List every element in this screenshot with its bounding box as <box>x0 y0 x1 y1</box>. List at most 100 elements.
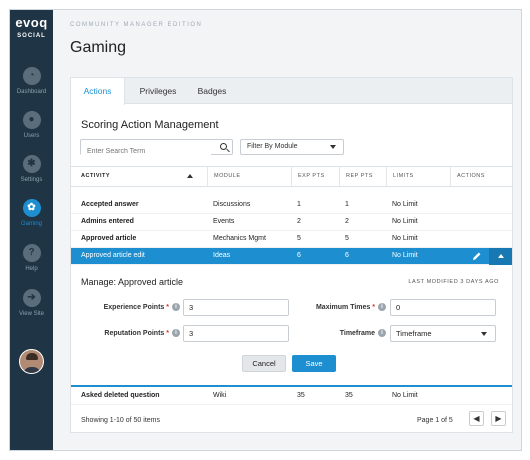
table-row[interactable]: Accepted answer Discussions 1 1 No Limit <box>71 197 512 214</box>
required-marker: * <box>166 304 169 311</box>
cell-limit: No Limit <box>392 252 418 259</box>
cell-module: Ideas <box>213 252 231 259</box>
last-modified-label: LAST MODIFIED 3 DAYS AGO <box>408 279 499 285</box>
field-label-text: Reputation Points <box>104 330 165 337</box>
edition-label: COMMUNITY MANAGER EDITION <box>70 22 203 28</box>
tab-badges[interactable]: Badges <box>189 78 235 104</box>
next-page-button[interactable]: ▶ <box>491 411 506 426</box>
table-header: ACTIVITY MODULE EXP PTS REP PTS LIMITS A… <box>71 166 512 187</box>
cell-rep-pts: 35 <box>345 392 353 399</box>
cell-limit: No Limit <box>392 201 418 208</box>
chevron-down-icon <box>481 332 487 336</box>
collapse-row-button[interactable] <box>489 248 512 265</box>
cell-activity: Approved article edit <box>81 252 145 259</box>
filter-module-select[interactable]: Filter By Module <box>240 139 344 155</box>
cell-rep-pts: 5 <box>345 235 349 242</box>
cell-exp-pts: 6 <box>297 252 301 259</box>
cell-exp-pts: 1 <box>297 201 301 208</box>
reputation-points-label: Reputation Points * <box>81 330 169 337</box>
cell-limit: No Limit <box>392 218 418 225</box>
cell-limit: No Limit <box>392 235 418 242</box>
sort-ascending-icon <box>187 174 193 178</box>
experience-points-label: Experience Points * <box>81 304 169 311</box>
table-row-selected[interactable]: Approved article edit Ideas 6 6 No Limit <box>71 248 512 265</box>
column-header-actions: ACTIONS <box>450 167 512 186</box>
cell-activity: Approved article <box>81 235 137 242</box>
sidebar-item-label: View Site <box>19 311 44 317</box>
save-button[interactable]: Save <box>292 355 336 372</box>
gaming-icon: ✿ <box>22 199 41 217</box>
sidebar-item-label: Help <box>25 266 38 272</box>
users-icon: ● <box>22 111 41 129</box>
cell-module: Discussions <box>213 201 251 208</box>
tab-privileges[interactable]: Privileges <box>129 78 187 104</box>
cell-activity: Accepted answer <box>81 201 139 208</box>
tab-bar: Actions Privileges Badges <box>71 78 512 105</box>
manage-title: Manage: Approved article <box>81 277 184 287</box>
previous-page-button[interactable]: ◀ <box>469 411 484 426</box>
sidebar-item-label: Settings <box>20 177 43 183</box>
info-icon[interactable]: i <box>172 329 180 337</box>
logo-text: evoq <box>15 15 48 30</box>
divider <box>71 385 512 387</box>
table-row[interactable]: Approved article Mechanics Mgmt 5 5 No L… <box>71 231 512 248</box>
cancel-button[interactable]: Cancel <box>242 355 286 372</box>
sidebar-item-dashboard[interactable]: ◔ Dashboard <box>10 67 53 105</box>
filter-selected-value: Filter By Module <box>247 143 298 150</box>
content-card: Actions Privileges Badges Scoring Action… <box>70 77 513 433</box>
table-row[interactable]: Admins entered Events 2 2 No Limit <box>71 214 512 231</box>
dashboard-icon: ◔ <box>22 67 41 85</box>
column-header-limits: LIMITS <box>386 167 450 186</box>
column-header-rep-pts: REP PTS <box>339 167 386 186</box>
pencil-icon[interactable] <box>472 251 482 261</box>
cell-rep-pts: 6 <box>345 252 349 259</box>
page-indicator: Page 1 of 5 <box>417 417 453 424</box>
timeframe-label: Timeframe <box>339 330 375 337</box>
section-title: Scoring Action Management <box>81 119 219 131</box>
experience-points-field[interactable]: 3 <box>183 299 289 316</box>
cell-limit: No Limit <box>392 392 418 399</box>
cell-exp-pts: 35 <box>297 392 305 399</box>
sidebar-item-help[interactable]: ? Help <box>10 244 53 282</box>
sidebar-item-settings[interactable]: ✱ Settings <box>10 155 53 193</box>
sidebar-item-gaming[interactable]: ✿ Gaming <box>10 199 53 237</box>
logo-subtitle: SOCIAL <box>17 33 46 39</box>
required-marker: * <box>166 330 169 337</box>
reputation-points-field[interactable]: 3 <box>183 325 289 342</box>
timeframe-select[interactable]: Timeframe <box>390 325 496 342</box>
cell-rep-pts: 1 <box>345 201 349 208</box>
pagination-summary: Showing 1-10 of 50 items <box>81 417 160 424</box>
page-title: Gaming <box>70 39 127 56</box>
sidebar-item-view-site[interactable]: ➔ View Site <box>10 289 53 327</box>
avatar[interactable] <box>19 349 44 374</box>
cell-exp-pts: 2 <box>297 218 301 225</box>
maximum-times-field[interactable]: 0 <box>390 299 496 316</box>
settings-icon: ✱ <box>22 155 41 173</box>
column-header-module: MODULE <box>207 167 291 186</box>
sidebar-item-label: Gaming <box>20 221 42 227</box>
info-icon[interactable]: i <box>172 303 180 311</box>
required-marker: * <box>372 304 375 311</box>
field-label-text: Experience Points <box>103 304 165 311</box>
tab-actions[interactable]: Actions <box>71 78 125 105</box>
search-input[interactable] <box>81 144 211 159</box>
view-site-icon: ➔ <box>22 289 41 307</box>
search-icon[interactable] <box>220 143 227 150</box>
sidebar: evoq SOCIAL ◔ Dashboard ● Users ✱ Settin… <box>10 10 53 450</box>
column-header-activity[interactable]: ACTIVITY <box>71 167 201 186</box>
cell-module: Events <box>213 218 235 225</box>
logo[interactable]: evoq SOCIAL <box>10 10 53 56</box>
app-window: evoq SOCIAL ◔ Dashboard ● Users ✱ Settin… <box>9 9 522 451</box>
info-icon[interactable]: i <box>378 303 386 311</box>
info-icon[interactable]: i <box>378 329 386 337</box>
table-row[interactable]: Asked deleted question Wiki 35 35 No Lim… <box>71 388 512 405</box>
help-icon: ? <box>22 244 41 262</box>
sidebar-item-users[interactable]: ● Users <box>10 111 53 149</box>
chevron-down-icon <box>330 145 336 149</box>
column-header-label: ACTIVITY <box>81 173 111 179</box>
cell-exp-pts: 5 <box>297 235 301 242</box>
cell-activity: Admins entered <box>81 218 134 225</box>
search-box <box>80 139 233 159</box>
cell-module: Mechanics Mgmt <box>213 235 266 242</box>
sidebar-item-label: Users <box>23 133 40 139</box>
